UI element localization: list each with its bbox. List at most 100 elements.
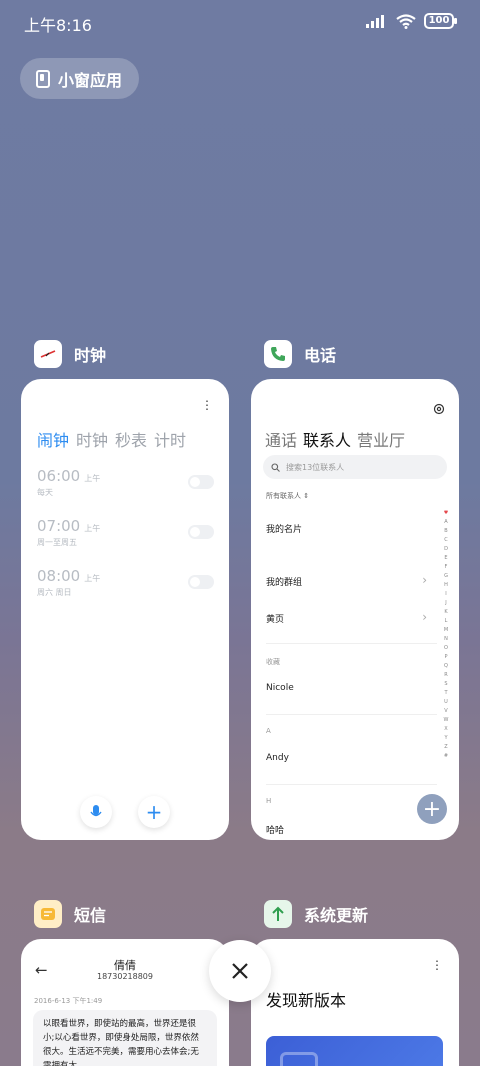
alphabet-letter[interactable]: P <box>442 653 450 662</box>
alphabet-letter[interactable]: F <box>442 563 450 572</box>
alarm-ampm: 上午 <box>84 574 101 583</box>
phone-app-icon <box>264 340 292 368</box>
sms-timestamp: 2016-6-13 下午1:49 <box>34 997 103 1005</box>
tab-stopwatch[interactable]: 秒表 <box>115 427 147 451</box>
sms-contact-name: 倩倩 <box>114 959 136 972</box>
alphabet-letter[interactable]: K <box>442 608 450 617</box>
alphabet-letter[interactable]: V <box>442 707 450 716</box>
alarm-ampm: 上午 <box>84 524 101 533</box>
alphabet-letter[interactable]: L <box>442 617 450 626</box>
sms-app-header[interactable]: 短信 <box>34 900 106 928</box>
signal-icon <box>366 15 384 28</box>
alphabet-letter[interactable]: N <box>442 635 450 644</box>
clear-all-button[interactable] <box>209 940 271 1002</box>
clock-app-name: 时钟 <box>74 346 107 365</box>
alphabet-letter[interactable]: Q <box>442 662 450 671</box>
alphabet-letter[interactable]: H <box>442 581 450 590</box>
alphabet-letter[interactable]: I <box>442 590 450 599</box>
voice-alarm-button[interactable] <box>80 796 112 828</box>
alphabet-letter[interactable]: O <box>442 644 450 653</box>
alarm-time: 07:00 <box>37 517 81 535</box>
sort-icon: ⇕ <box>303 492 310 500</box>
my-card-row[interactable]: 我的名片 <box>266 522 302 535</box>
small-window-icon <box>36 69 50 88</box>
update-app-card[interactable]: ⋮ 发现新版本 <box>251 939 459 1066</box>
tab-alarm[interactable]: 闹钟 <box>37 427 69 451</box>
update-more-icon[interactable]: ⋮ <box>431 959 443 971</box>
add-alarm-button[interactable]: + <box>138 796 170 828</box>
tab-timer[interactable]: 计时 <box>154 427 186 451</box>
yellow-pages-row[interactable]: 黄页 <box>266 612 284 625</box>
sms-app-name: 短信 <box>74 906 107 925</box>
alphabet-letter[interactable]: E <box>442 554 450 563</box>
contact-search-input[interactable]: 搜索13位联系人 <box>263 455 447 479</box>
alphabet-letter[interactable]: Z <box>442 743 450 752</box>
alphabet-letter[interactable]: D <box>442 545 450 554</box>
favorites-header: 收藏 <box>266 658 280 666</box>
alphabet-letter[interactable]: U <box>442 698 450 707</box>
chevron-right-icon: › <box>422 573 427 587</box>
clock-app-card[interactable]: ⋮ 闹钟 时钟 秒表 计时 06:00 上午 每天 07:00 上午 周一至周五 0… <box>21 379 229 840</box>
alphabet-letter[interactable]: Y <box>442 734 450 743</box>
settings-gear-icon[interactable] <box>433 403 445 415</box>
add-contact-button[interactable]: + <box>417 794 447 824</box>
search-icon <box>271 462 280 472</box>
search-placeholder: 搜索13位联系人 <box>286 462 345 472</box>
alarm-item[interactable]: 06:00 上午 每天 <box>37 467 100 498</box>
sms-app-card[interactable]: ← 倩倩 18730218809 2016-6-13 下午1:49 以眼看世界，… <box>21 939 229 1066</box>
phone-app-card[interactable]: 通话 联系人 营业厅 搜索13位联系人 所有联系人 ⇕ 我的名片 我的群组 › … <box>251 379 459 840</box>
my-groups-row[interactable]: 我的群组 <box>266 575 302 588</box>
alarm-ampm: 上午 <box>84 474 101 483</box>
alarm-item[interactable]: 07:00 上午 周一至周五 <box>37 517 100 548</box>
alphabet-index[interactable]: ♥ A B C D E F G H I J K L M N O P Q R S T U V W X Y Z # <box>442 509 450 761</box>
alphabet-letter[interactable]: M <box>442 626 450 635</box>
message-bubble[interactable]: 以眼看世界，即使站的最高，世界还是很小;以心看世界，即使身处局限，世界依然很大。… <box>33 1010 217 1066</box>
alphabet-letter[interactable]: C <box>442 536 450 545</box>
divider <box>266 643 437 644</box>
small-window-label: 小窗应用 <box>58 70 123 90</box>
alarm-repeat: 周一至周五 <box>37 538 77 547</box>
contact-row[interactable]: Nicole <box>266 683 294 693</box>
alphabet-letter[interactable]: R <box>442 671 450 680</box>
all-contacts-filter[interactable]: 所有联系人 ⇕ <box>266 491 309 501</box>
tab-calls[interactable]: 通话 <box>265 427 297 451</box>
alphabet-letter[interactable]: W <box>442 716 450 725</box>
sms-app-icon <box>34 900 62 928</box>
tab-service[interactable]: 营业厅 <box>357 427 405 451</box>
phone-app-header[interactable]: 电话 <box>264 340 336 368</box>
alarm-toggle[interactable] <box>188 575 214 589</box>
update-app-icon <box>264 900 292 928</box>
tab-clock[interactable]: 时钟 <box>76 427 108 451</box>
alphabet-letter[interactable]: S <box>442 680 450 689</box>
clock-app-header[interactable]: 时钟 <box>34 340 106 368</box>
update-banner <box>266 1036 443 1066</box>
tab-contacts[interactable]: 联系人 <box>303 427 351 451</box>
alarm-item[interactable]: 08:00 上午 周六 周日 <box>37 567 100 598</box>
small-window-apps-button[interactable]: 小窗应用 <box>20 58 139 99</box>
divider <box>266 714 437 715</box>
alphabet-letter[interactable]: G <box>442 572 450 581</box>
clock-more-icon[interactable]: ⋮ <box>201 399 213 411</box>
section-header: H <box>266 797 272 805</box>
update-app-header[interactable]: 系统更新 <box>264 900 368 928</box>
status-time: 上午8:16 <box>24 16 92 35</box>
phone-app-name: 电话 <box>304 346 337 365</box>
close-icon <box>232 963 248 979</box>
alarm-time: 06:00 <box>37 467 81 485</box>
section-header: A <box>266 727 271 735</box>
alphabet-letter[interactable]: B <box>442 527 450 536</box>
alphabet-letter[interactable]: J <box>442 599 450 608</box>
battery-icon: 100 <box>424 13 457 29</box>
alarm-toggle[interactable] <box>188 525 214 539</box>
alphabet-letter[interactable]: X <box>442 725 450 734</box>
alphabet-letter[interactable]: # <box>442 752 450 761</box>
contact-row[interactable]: 哈哈 <box>266 823 284 836</box>
update-app-name: 系统更新 <box>304 906 369 925</box>
alarm-repeat: 周六 周日 <box>37 588 72 597</box>
alphabet-letter[interactable]: ♥ <box>442 509 450 518</box>
alarm-toggle[interactable] <box>188 475 214 489</box>
contact-row[interactable]: Andy <box>266 753 289 763</box>
alarm-repeat: 每天 <box>37 488 53 497</box>
alphabet-letter[interactable]: A <box>442 518 450 527</box>
alphabet-letter[interactable]: T <box>442 689 450 698</box>
